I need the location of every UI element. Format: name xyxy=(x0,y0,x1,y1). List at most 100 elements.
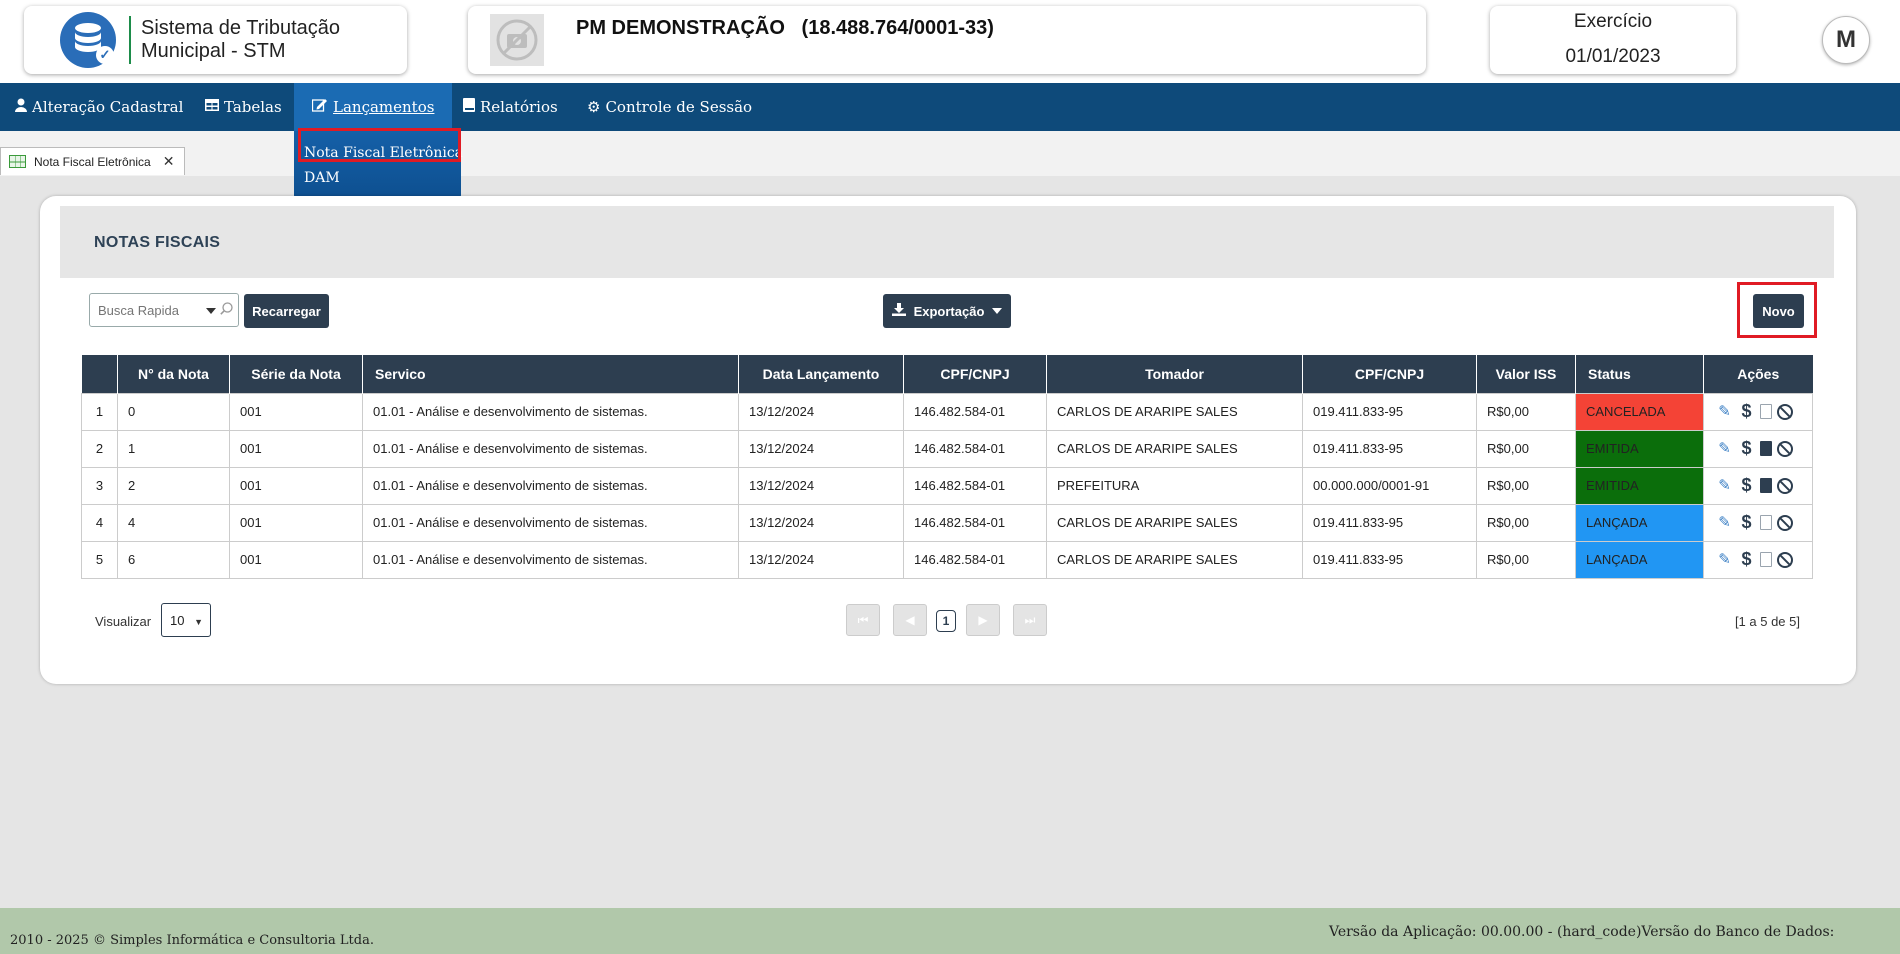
dollar-icon[interactable]: $ xyxy=(1738,439,1755,457)
cell-data: 13/12/2024 xyxy=(738,429,904,468)
edit-icon[interactable]: ✎ xyxy=(1716,477,1733,494)
cell-valor-iss: R$0,00 xyxy=(1476,429,1576,468)
nav-item-alteracao-cadastral[interactable]: Alteração Cadastral xyxy=(15,83,183,131)
chevron-down-icon: ▼ xyxy=(194,617,203,627)
status-badge: EMITIDA xyxy=(1575,466,1704,505)
col-header-data-lancamento[interactable]: Data Lançamento xyxy=(738,355,904,393)
cancel-icon[interactable] xyxy=(1777,403,1793,420)
tab-nota-fiscal-eletronica[interactable]: Nota Fiscal Eletrônica ✕ xyxy=(0,147,185,175)
cell-cpf-cnpj-tomador: 019.411.833-95 xyxy=(1302,429,1477,468)
app-header: ✓ Sistema de Tributação Municipal - STM … xyxy=(0,0,1900,83)
nav-item-tabelas[interactable]: Tabelas xyxy=(205,83,282,131)
dollar-icon[interactable]: $ xyxy=(1738,402,1755,420)
tab-strip: Nota Fiscal Eletrônica ✕ xyxy=(0,131,1900,176)
cell-servico: 01.01 - Análise e desenvolvimento de sis… xyxy=(362,540,739,579)
cell-cpf-cnpj: 146.482.584-01 xyxy=(903,503,1047,542)
quick-search-input[interactable] xyxy=(90,294,200,326)
dollar-icon[interactable]: $ xyxy=(1738,550,1755,568)
cell-numero-nota: 4 xyxy=(117,503,230,542)
gear-icon: ⚙ xyxy=(587,98,601,116)
table-row[interactable]: 2 1 001 01.01 - Análise e desenvolviment… xyxy=(81,429,1813,468)
edit-icon[interactable]: ✎ xyxy=(1716,403,1733,420)
col-header-cpf-cnpj-tomador[interactable]: CPF/CNPJ xyxy=(1302,355,1477,393)
cell-servico: 01.01 - Análise e desenvolvimento de sis… xyxy=(362,503,739,542)
col-header-tomador[interactable]: Tomador xyxy=(1046,355,1303,393)
quick-search[interactable] xyxy=(89,293,239,327)
cell-cpf-cnpj-tomador: 019.411.833-95 xyxy=(1302,392,1477,431)
export-label: Exportação xyxy=(913,303,985,319)
col-header-numero-nota[interactable]: N° da Nota xyxy=(117,355,230,393)
highlight-box-menu-item xyxy=(298,128,461,162)
nav-item-controle-de-sessao[interactable]: ⚙ Controle de Sessão xyxy=(587,83,752,131)
cell-cpf-cnpj-tomador: 019.411.833-95 xyxy=(1302,540,1477,579)
next-page-button[interactable]: ▶ xyxy=(966,604,1000,636)
organization-card: PM DEMONSTRAÇÃO (18.488.764/0001-33) xyxy=(468,6,1426,74)
cancel-icon[interactable] xyxy=(1777,477,1793,494)
edit-icon[interactable]: ✎ xyxy=(1716,440,1733,457)
first-page-button[interactable]: ⏮ xyxy=(846,604,880,636)
cell-valor-iss: R$0,00 xyxy=(1476,392,1576,431)
table-row[interactable]: 4 4 001 01.01 - Análise e desenvolviment… xyxy=(81,503,1813,542)
document-icon[interactable] xyxy=(1760,404,1772,419)
logo-divider xyxy=(129,16,131,64)
new-button[interactable]: Novo xyxy=(1753,294,1804,328)
exercise-card[interactable]: Exercício 01/01/2023 xyxy=(1490,6,1736,74)
page-size-select[interactable]: 10 ▼ xyxy=(161,603,211,637)
menu-item-dam[interactable]: DAM xyxy=(304,170,340,186)
table-row[interactable]: 1 0 001 01.01 - Análise e desenvolviment… xyxy=(81,392,1813,431)
cancel-icon[interactable] xyxy=(1777,551,1793,568)
export-button[interactable]: Exportação xyxy=(883,294,1011,328)
dollar-icon[interactable]: $ xyxy=(1738,476,1755,494)
app-title-line2: Municipal - STM xyxy=(141,40,286,62)
col-header-status[interactable]: Status xyxy=(1575,355,1704,393)
cell-servico: 01.01 - Análise e desenvolvimento de sis… xyxy=(362,392,739,431)
cell-cpf-cnpj: 146.482.584-01 xyxy=(903,429,1047,468)
cell-data: 13/12/2024 xyxy=(738,503,904,542)
table-row[interactable]: 3 2 001 01.01 - Análise e desenvolviment… xyxy=(81,466,1813,505)
nav-item-relatorios[interactable]: Relatórios xyxy=(463,83,558,131)
user-avatar[interactable]: M xyxy=(1822,16,1870,64)
col-header-valor-iss[interactable]: Valor ISS xyxy=(1476,355,1576,393)
cancel-icon[interactable] xyxy=(1777,514,1793,531)
caret-down-icon[interactable] xyxy=(206,308,216,314)
col-header-servico[interactable]: Servico xyxy=(362,355,739,393)
document-icon[interactable] xyxy=(1760,515,1772,530)
table-row[interactable]: 5 6 001 01.01 - Análise e desenvolviment… xyxy=(81,540,1813,579)
cell-index: 4 xyxy=(81,503,118,542)
dollar-icon[interactable]: $ xyxy=(1738,513,1755,531)
cell-tomador: PREFEITURA xyxy=(1046,466,1303,505)
next-page-icon: ▶ xyxy=(978,613,988,627)
edit-icon xyxy=(311,98,328,116)
document-icon[interactable] xyxy=(1760,441,1772,456)
document-icon[interactable] xyxy=(1760,552,1772,567)
prev-page-button[interactable]: ◀ xyxy=(893,604,927,636)
close-icon[interactable]: ✕ xyxy=(163,153,175,170)
cell-cpf-cnpj: 146.482.584-01 xyxy=(903,540,1047,579)
last-page-button[interactable]: ⏭ xyxy=(1013,604,1047,636)
search-icon[interactable] xyxy=(220,302,233,318)
nav-item-label: Tabelas xyxy=(224,98,282,116)
main-navbar: Alteração Cadastral Tabelas Lançamentos … xyxy=(0,83,1900,131)
records-range: [1 a 5 de 5] xyxy=(1734,614,1800,629)
document-icon[interactable] xyxy=(1760,478,1772,493)
cell-tomador: CARLOS DE ARARIPE SALES xyxy=(1046,503,1303,542)
reload-button[interactable]: Recarregar xyxy=(244,294,329,328)
col-header-cpf-cnpj[interactable]: CPF/CNPJ xyxy=(903,355,1047,393)
cell-serie: 001 xyxy=(229,503,363,542)
cell-cpf-cnpj: 146.482.584-01 xyxy=(903,466,1047,505)
edit-icon[interactable]: ✎ xyxy=(1716,551,1733,568)
caret-down-icon xyxy=(992,308,1003,314)
app-title-line1: Sistema de Tributação xyxy=(141,17,340,39)
current-page[interactable]: 1 xyxy=(936,610,956,632)
status-badge: LANÇADA xyxy=(1575,503,1704,542)
cell-serie: 001 xyxy=(229,466,363,505)
cancel-icon[interactable] xyxy=(1777,440,1793,457)
col-header-serie[interactable]: Série da Nota xyxy=(229,355,363,393)
cell-serie: 001 xyxy=(229,540,363,579)
cell-cpf-cnpj-tomador: 00.000.000/0001-91 xyxy=(1302,466,1477,505)
nav-item-lancamentos[interactable]: Lançamentos xyxy=(294,83,453,131)
cell-data: 13/12/2024 xyxy=(738,466,904,505)
cell-data: 13/12/2024 xyxy=(738,392,904,431)
panel-title: NOTAS FISCAIS xyxy=(94,234,221,251)
edit-icon[interactable]: ✎ xyxy=(1716,514,1733,531)
